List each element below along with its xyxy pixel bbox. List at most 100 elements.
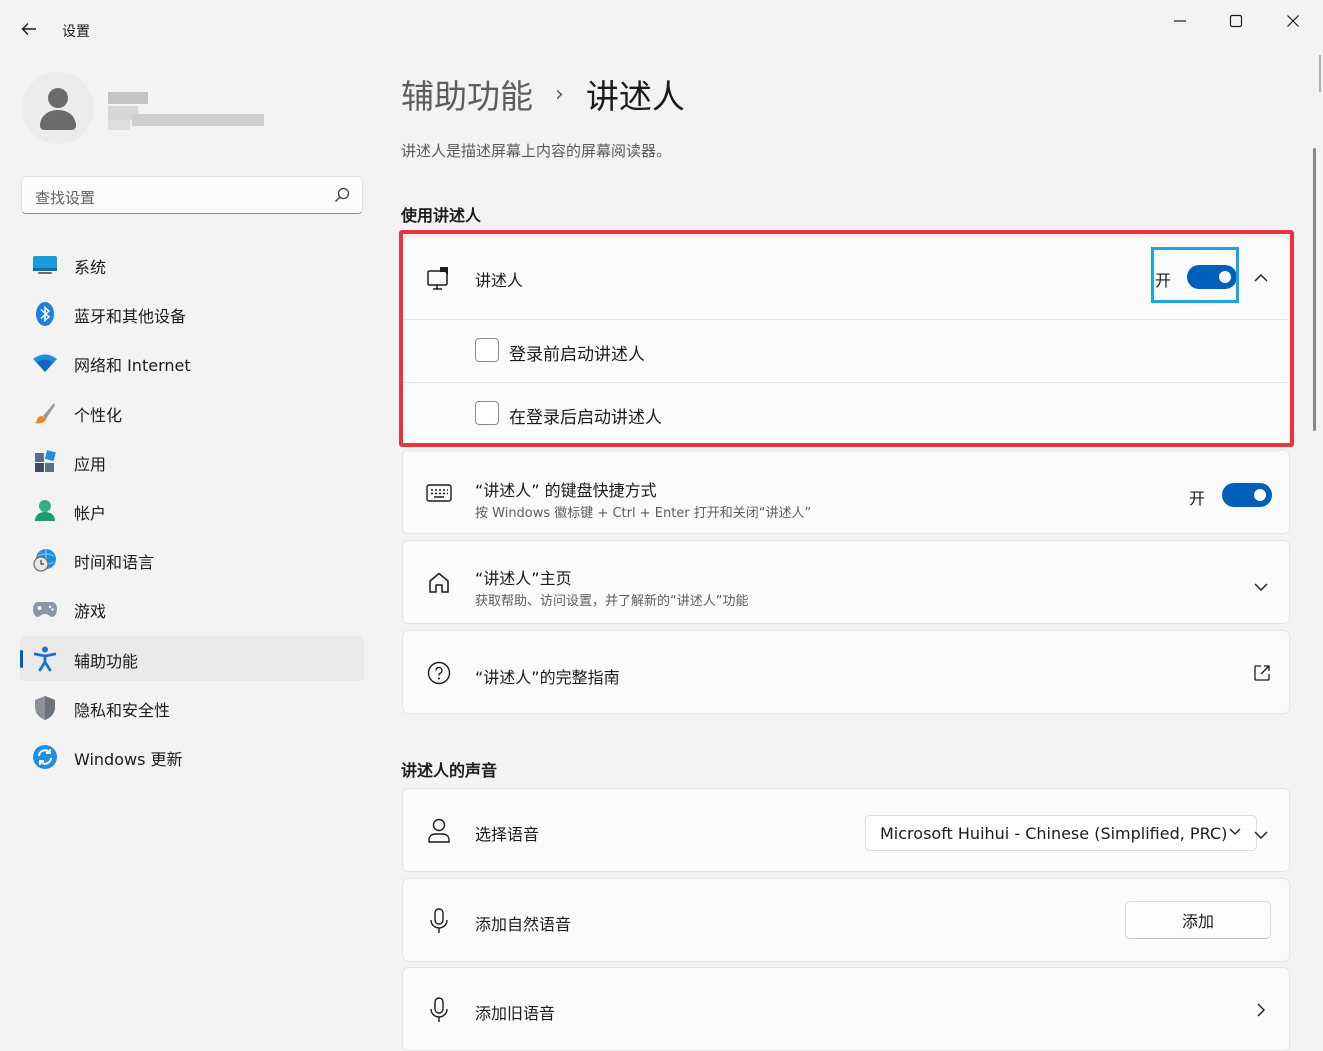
guide-title: “讲述人”的完整指南 [475,668,620,687]
page-description: 讲述人是描述屏幕上内容的屏幕阅读器。 [401,142,672,160]
sidebar-item-label: 网络和 Internet [74,356,191,376]
natural-voice-title: 添加自然语音 [475,915,572,934]
help-icon [425,659,453,687]
sidebar: 查找设置 系统 蓝牙和其他设备 网络和 Internet 个性化 应用 帐户 时… [0,46,380,1051]
narrator-toggle[interactable] [1187,265,1237,289]
sidebar-item-gaming[interactable]: 游戏 [20,586,364,631]
sidebar-item-label: 时间和语言 [74,553,155,573]
voice-selected-value: Microsoft Huihui - Chinese (Simplified, … [880,824,1228,843]
minimize-button[interactable] [1157,8,1203,34]
page-title: 讲述人 [585,77,685,116]
title-bar: 设置 [0,0,1323,46]
breadcrumb: 辅助功能 › 讲述人 [401,70,685,118]
maximize-icon [1229,14,1243,28]
sidebar-item-label: 应用 [74,454,107,474]
voice-title: 选择语音 [475,825,540,844]
external-link-icon [1253,664,1271,686]
divider [403,382,1289,383]
nav-list: 系统 蓝牙和其他设备 网络和 Internet 个性化 应用 帐户 时间和语言 … [20,242,364,783]
sidebar-item-apps[interactable]: 应用 [20,439,364,484]
sidebar-item-system[interactable]: 系统 [20,242,364,287]
sidebar-item-privacy[interactable]: 隐私和安全性 [20,685,364,730]
accessibility-icon [32,646,58,672]
time-language-icon [32,547,58,573]
shortcut-subtitle: 按 Windows 徽标键 + Ctrl + Enter 打开和关闭“讲述人” [475,506,812,521]
narrator-guide-card[interactable]: “讲述人”的完整指南 [402,630,1290,714]
maximize-button[interactable] [1213,8,1259,34]
brush-icon [32,400,58,426]
app-title: 设置 [62,24,90,40]
microphone-icon [425,907,453,935]
sidebar-item-personalization[interactable]: 个性化 [20,390,364,435]
add-natural-voice-button[interactable]: 添加 [1125,901,1271,939]
sidebar-item-label: Windows 更新 [74,749,183,769]
sidebar-item-windows-update[interactable]: Windows 更新 [20,734,364,779]
sidebar-item-label: 系统 [74,258,107,277]
search-placeholder: 查找设置 [35,189,96,207]
bluetooth-icon [32,301,58,327]
back-button[interactable] [14,14,44,44]
chevron-right-icon [1255,1002,1267,1022]
user-icon [40,88,76,130]
checkbox-start-before-login[interactable] [475,338,499,362]
home-icon [425,569,453,597]
chevron-up-icon[interactable] [1253,269,1269,288]
narrator-icon [425,264,453,292]
checkbox-start-after-login[interactable] [475,401,499,425]
option-start-after-login: 在登录后启动讲述人 [509,408,662,428]
system-icon [32,252,58,278]
section-title-voice: 讲述人的声音 [401,761,498,780]
sidebar-item-accounts[interactable]: 帐户 [20,488,364,533]
main-content: 辅助功能 › 讲述人 讲述人是描述屏幕上内容的屏幕阅读器。 使用讲述人 讲述人 … [380,46,1310,1051]
minimize-icon [1174,20,1186,22]
gamepad-icon [32,596,58,622]
narrator-toggle-label: 开 [1155,271,1172,290]
search-input[interactable]: 查找设置 [21,176,363,214]
chevron-down-icon [1229,828,1241,835]
search-icon [335,187,350,202]
divider [403,319,1289,320]
section-title-use: 使用讲述人 [401,206,482,225]
scrollbar[interactable] [1313,148,1316,431]
breadcrumb-parent[interactable]: 辅助功能 [401,70,533,118]
shortcut-toggle-label: 开 [1189,489,1206,508]
sidebar-item-label: 辅助功能 [74,651,139,671]
narrator-home-card[interactable]: “讲述人”主页 获取帮助、访问设置，并了解新的“讲述人”功能 [402,540,1290,624]
legacy-voice-title: 添加旧语音 [475,1004,556,1023]
sidebar-item-bluetooth[interactable]: 蓝牙和其他设备 [20,291,364,336]
close-button[interactable] [1270,8,1316,34]
voice-expand-chevron-icon[interactable] [1253,826,1269,845]
narrator-title: 讲述人 [475,271,524,290]
narrator-header[interactable]: 讲述人 开 [403,237,1289,319]
shortcut-toggle[interactable] [1222,483,1272,507]
sidebar-item-time-language[interactable]: 时间和语言 [20,537,364,582]
voice-select[interactable]: Microsoft Huihui - Chinese (Simplified, … [865,815,1257,851]
shortcut-title: “讲述人” 的键盘快捷方式 [475,481,657,500]
account-icon [32,498,58,524]
option-start-before-login: 登录前启动讲述人 [509,345,645,365]
apps-icon [32,449,58,475]
sidebar-item-label: 帐户 [74,503,107,523]
person-icon [425,817,453,845]
close-icon [1287,15,1299,27]
avatar[interactable] [22,72,94,144]
keyboard-icon [425,479,453,507]
sidebar-item-label: 蓝牙和其他设备 [74,307,187,327]
natural-voice-card: 添加自然语音 添加 [402,878,1290,962]
settings-window: 设置 查找设置 系统 蓝牙和其他设备 网络和 Internet 个性化 应用 帐… [0,0,1323,1051]
sidebar-item-label: 个性化 [74,405,123,425]
home-title: “讲述人”主页 [475,569,572,588]
narrator-card: 讲述人 开 登录前启动讲述人 在登录后启动讲述人 [402,236,1290,446]
sidebar-item-network[interactable]: 网络和 Internet [20,340,364,385]
wifi-icon [32,350,58,376]
breadcrumb-separator: › [555,81,564,107]
shortcut-card: “讲述人” 的键盘快捷方式 按 Windows 徽标键 + Ctrl + Ent… [402,450,1290,534]
home-subtitle: 获取帮助、访问设置，并了解新的“讲述人”功能 [475,594,749,609]
window-edge [1319,55,1321,92]
back-arrow-icon [21,23,36,35]
legacy-voice-card[interactable]: 添加旧语音 [402,967,1290,1051]
sidebar-item-accessibility[interactable]: 辅助功能 [20,635,364,681]
chevron-down-icon [1253,578,1269,597]
sidebar-item-label: 隐私和安全性 [74,700,171,720]
microphone-icon [425,996,453,1024]
